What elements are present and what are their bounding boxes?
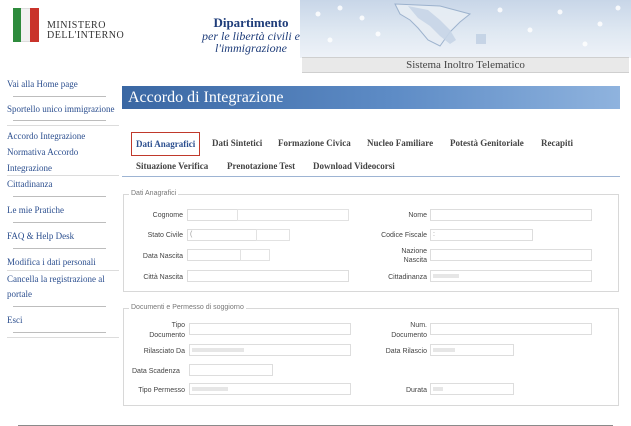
citta-nascita-field[interactable] [187,270,349,282]
stato-civile-label: Stato Civile [147,232,183,239]
nazione-nascita-label-2: Nascita [403,257,427,264]
department-title: Dipartimento per le libertà civili e l'i… [196,15,306,55]
data-nascita-calendar[interactable] [240,249,270,261]
tab-potesta-genitoriale[interactable]: Potestà Genitoriale [450,137,524,149]
sidebar-divider [13,222,106,223]
ministry-name: MINISTERO DELL'INTERNO [47,21,124,41]
tipo-documento-label-1: Tipo [171,322,185,329]
header-banner-image [300,0,631,58]
sidebar-item-cittadinanza[interactable]: Cittadinanza [7,176,119,192]
tab-dati-anagrafici[interactable]: Dati Anagrafici [131,132,201,156]
cognome-label: Cognome [152,212,183,219]
sidebar-item-cancella[interactable]: Cancella la registrazione al [7,271,119,287]
data-nascita-label: Data Nascita [142,253,183,260]
sidebar-item-modifica-dati[interactable]: Modifica i dati personali [7,254,119,270]
sidebar-item-normativa[interactable]: Normativa Accordo [7,144,119,160]
italian-flag-logo [13,8,39,42]
department-line-1: Dipartimento [213,15,289,30]
data-scadenza-label: Data Scadenza [132,368,180,375]
tipo-permesso-label: Tipo Permesso [138,387,185,394]
sidebar-divider [13,96,106,97]
system-name: Sistema Inoltro Telematico [406,59,525,71]
num-documento-label-2: Documento [391,332,427,339]
sidebar-divider [7,337,119,338]
dati-anagrafici-legend: Dati Anagrafici [129,189,179,198]
tab-recapiti[interactable]: Recapiti [541,137,573,149]
durata-label: Durata [405,387,427,394]
rilasciato-da-label: Rilasciato Da [143,348,185,355]
tab-nucleo-familiare[interactable]: Nucleo Familiare [367,137,433,149]
page-title-bar: Accordo di Integrazione [122,86,620,109]
ministry-line-2: DELL'INTERNO [47,30,125,41]
sidebar-divider [7,125,119,126]
durata-field[interactable] [430,383,514,395]
sidebar-item-sportello[interactable]: Sportello unico immigrazione [7,101,119,117]
cognome-field-value [237,209,349,221]
sidebar-divider [13,196,106,197]
sidebar-divider [13,332,106,333]
cittadinanza-label: Cittadinanza [388,274,427,281]
citta-nascita-label: Città Nascita [143,274,183,281]
sidebar-divider [13,306,106,307]
data-scadenza-field[interactable] [189,364,273,376]
rilasciato-da-field[interactable] [189,344,351,356]
tipo-permesso-field[interactable] [189,383,351,395]
nome-field[interactable] [430,209,592,221]
nazione-nascita-label-1: Nazione [401,248,427,255]
codice-fiscale-field[interactable]: : [430,229,533,241]
sidebar-item-accordo-integrazione[interactable]: Accordo Integrazione [7,128,119,144]
codice-fiscale-label: Codice Fiscale [381,232,427,239]
stato-civile-dropdown[interactable] [256,229,290,241]
tipo-documento-field[interactable] [189,323,351,335]
tab-situazione-verifica[interactable]: Situazione Verifica [136,160,208,172]
sidebar-divider [13,248,106,249]
tabs-underline [122,176,620,177]
data-rilascio-field[interactable] [430,344,514,356]
cittadinanza-field[interactable] [430,270,592,282]
num-documento-label-1: Num. [410,322,427,329]
tab-download-videocorsi[interactable]: Download Videocorsi [313,160,395,172]
data-rilascio-label: Data Rilascio [385,348,427,355]
nazione-nascita-field[interactable] [430,249,592,261]
documenti-legend: Documenti e Permesso di soggiorno [129,303,246,312]
sidebar-item-home[interactable]: Vai alla Home page [7,76,119,92]
sidebar-item-esci[interactable]: Esci [7,312,119,328]
page-title: Accordo di Integrazione [128,89,284,106]
sidebar-item-normativa-cont[interactable]: Integrazione [7,160,119,176]
department-line-3: l'immigrazione [215,41,287,55]
sidebar-item-pratiche[interactable]: Le mie Pratiche [7,202,119,218]
tab-formazione-civica[interactable]: Formazione Civica [278,137,351,149]
system-name-bar: Sistema Inoltro Telematico [302,57,629,73]
num-documento-field[interactable] [430,323,592,335]
nome-label: Nome [408,212,427,219]
tab-dati-sintetici[interactable]: Dati Sintetici [212,137,262,149]
sidebar-item-faq[interactable]: FAQ & Help Desk [7,228,119,244]
sidebar-item-cancella-cont[interactable]: portale [7,286,119,302]
tipo-documento-label-2: Documento [149,332,185,339]
sidebar-divider [13,120,106,121]
tab-prenotazione-test[interactable]: Prenotazione Test [227,160,295,172]
page-header: MINISTERO DELL'INTERNO Dipartimento per … [0,0,631,73]
